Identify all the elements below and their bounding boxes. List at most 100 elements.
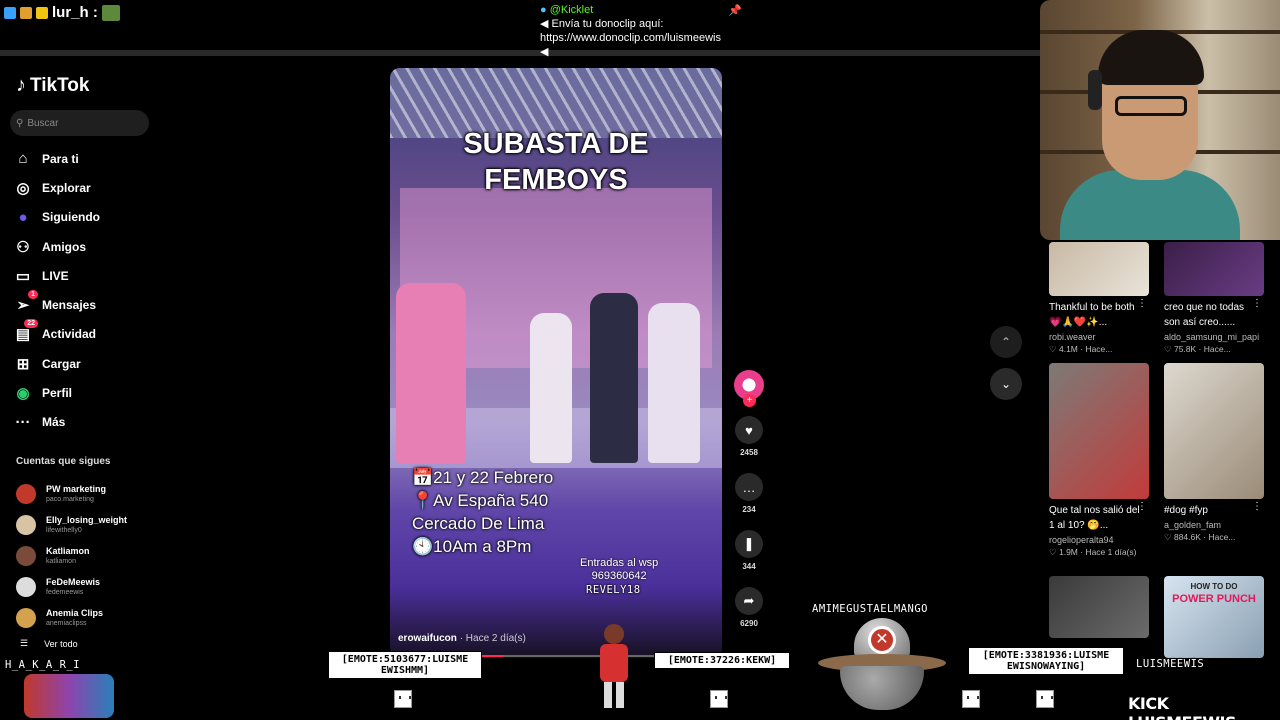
avatar [16,607,36,628]
card-author[interactable]: robi.weaver [1049,332,1150,342]
notification-badge: 1 [28,290,38,300]
previous-video-button[interactable]: ⌃ [990,326,1022,358]
more-options-icon[interactable]: ⋮ [1137,298,1147,309]
main-nav: ⌂ Para ti ◎ Explorar ● Siguiendo ⚇ Amigos ▭ LIVE ➢… [14,144,154,437]
person-2 [530,313,572,463]
more-options-icon[interactable]: ⋮ [1252,298,1262,309]
following-item[interactable]: FeDeMeewis fedemeewis [16,571,156,602]
following-item[interactable]: PW marketing paco.marketing [16,479,156,510]
video-thumbnail[interactable]: HOW TO DO POWER PUNCH [1164,576,1264,658]
share-action: ➦ 6290 [734,587,764,628]
search-icon: ⚲ [16,117,24,129]
suggested-video-card[interactable]: #dog #fyp ⋮ a_golden_fam ♡ 884.6K · Hace... [1164,363,1265,543]
chatter-harari: H_A_K_A_R_I [5,659,81,671]
avatar [16,515,36,536]
video-author[interactable]: erowaifucon [398,633,457,644]
tiktok-logo[interactable]: ♪ TikTok [16,74,89,97]
following-name: Katliamon [46,545,90,556]
nav-item-actividad[interactable]: ▤ 22 Actividad [14,319,154,349]
following-item[interactable]: Anemia Clips anemiaclipss [16,602,156,633]
nav-item-siguiendo[interactable]: ● Siguiendo [14,203,154,232]
creator-avatar[interactable]: + [734,370,764,407]
tiktok-note-icon: ♪ [16,74,26,96]
thumbnail-caption-line2: POWER PUNCH [1172,593,1256,605]
card-author[interactable]: a_golden_fam [1164,520,1265,530]
more-options-icon[interactable]: ⋮ [1137,501,1147,512]
nav-item-m-s[interactable]: ··· Más [14,408,154,437]
card-author[interactable]: rogelioperalta94 [1049,535,1150,545]
nav-item-para-ti[interactable]: ⌂ Para ti [14,144,154,173]
nav-item-live[interactable]: ▭ LIVE [14,261,154,290]
nav-item-perfil[interactable]: ◉ Perfil [14,378,154,407]
following-name: PW marketing [46,484,107,495]
upload-icon: ⊞ [16,355,30,373]
suggested-video-card[interactable]: Que tal nos salió del 1 al 10? 🤭... ⋮ roge… [1049,363,1150,558]
card-title[interactable]: Thankful to be both 💗🙏❤️✨... [1049,300,1145,330]
event-info: 📅21 y 22 Febrero 📍Av España 540 Cercado … [412,466,553,558]
suggested-video-card[interactable]: creo que no todas son así creo...... ⋮ ald… [1164,242,1265,355]
following-text: Elly_losing_weight lifewithelly0 [46,515,127,535]
suggested-video-card[interactable]: Thankful to be both 💗🙏❤️✨... ⋮ robi.weaver… [1049,242,1150,355]
card-title[interactable]: #dog #fyp [1164,503,1260,518]
nav-label: Para ti [42,151,79,166]
streamer-glasses [1115,96,1187,116]
more-options-icon[interactable]: ⋮ [1252,501,1262,512]
video-author-line: erowaifucon · Hace 2 día(s) [398,633,526,644]
nav-item-explorar[interactable]: ◎ Explorar [14,173,154,202]
follow-plus-icon[interactable]: + [743,394,756,407]
suggested-video-card[interactable] [1049,576,1150,638]
video-thumbnail[interactable] [1049,242,1149,296]
chatter-luis: LUISMEEWIS [1136,658,1205,670]
share-icon[interactable]: ➦ [735,587,763,615]
following-text: FeDeMeewis fedemeewis [46,577,100,597]
following-handle: paco.marketing [46,496,94,504]
next-video-button[interactable]: ⌄ [990,368,1022,400]
chatter-revely: REVELY18 [586,584,641,596]
video-thumbnail[interactable] [1049,363,1149,499]
nav-label: Perfil [42,386,73,401]
speaker-icon: ◀ [540,18,549,30]
live-icon: ▭ [15,267,31,285]
heart-action: ♥ 2458 [734,416,764,457]
card-author[interactable]: aldo_samsung_mi_papi [1164,332,1265,342]
video-player[interactable]: SUBASTA DE FEMBOYS 📅21 y 22 Febrero 📍Av … [390,68,722,658]
video-thumbnail[interactable] [1164,242,1264,296]
search-input[interactable]: ⚲ Buscar [10,110,149,136]
thumbnail-caption-line1: HOW TO DO [1190,582,1238,591]
person-1 [396,283,466,463]
following-name: FeDeMeewis [46,576,101,587]
avatar [16,576,36,597]
following-name: Anemia Clips [46,607,104,618]
following-item[interactable]: Katliamon katliamon [16,541,156,572]
nav-item-cargar[interactable]: ⊞ Cargar [14,349,154,378]
notification-badge: 22 [24,319,38,329]
nav-label: Amigos [42,239,87,254]
video-thumbnail[interactable] [1164,363,1264,499]
profile-icon: ◉ [16,385,30,403]
nav-label: LIVE [42,268,69,283]
following-text: Katliamon katliamon [46,546,90,566]
streamer-shirt [1060,170,1240,240]
heart-icon[interactable]: ♥ [735,416,763,444]
list-icon: ☰ [20,638,29,648]
chat-username: lur_h : [52,4,98,21]
event-district: Cercado De Lima [412,514,545,533]
comment-icon[interactable]: … [735,473,763,501]
following-item[interactable]: Elly_losing_weight lifewithelly0 [16,510,156,541]
video-thumbnail[interactable] [1049,576,1149,638]
bookmark-icon[interactable]: ❚ [735,530,763,558]
nav-item-amigos[interactable]: ⚇ Amigos [14,232,154,261]
nav-label: Cargar [42,356,81,371]
slot-machine-emote [24,674,114,718]
card-meta: ♡ 4.1M · Hace... [1049,344,1113,354]
following-handle: anemiaclipss [46,619,87,627]
suggested-video-card[interactable]: HOW TO DO POWER PUNCH [1164,576,1265,658]
ver-todo-link[interactable]: ☰ Ver todo [20,638,78,649]
ver-todo-label: Ver todo [44,638,78,649]
nav-item-mensajes[interactable]: ➢ 1 Mensajes [14,290,154,319]
nav-label: Explorar [42,180,91,195]
crown-badge-icon [36,6,48,19]
emote-message-3: [EMOTE:3381936:LUISME EWISNOWAYING] [968,647,1124,675]
card-title[interactable]: creo que no todas son así creo...... [1164,300,1260,330]
card-title[interactable]: Que tal nos salió del 1 al 10? 🤭... [1049,503,1145,533]
